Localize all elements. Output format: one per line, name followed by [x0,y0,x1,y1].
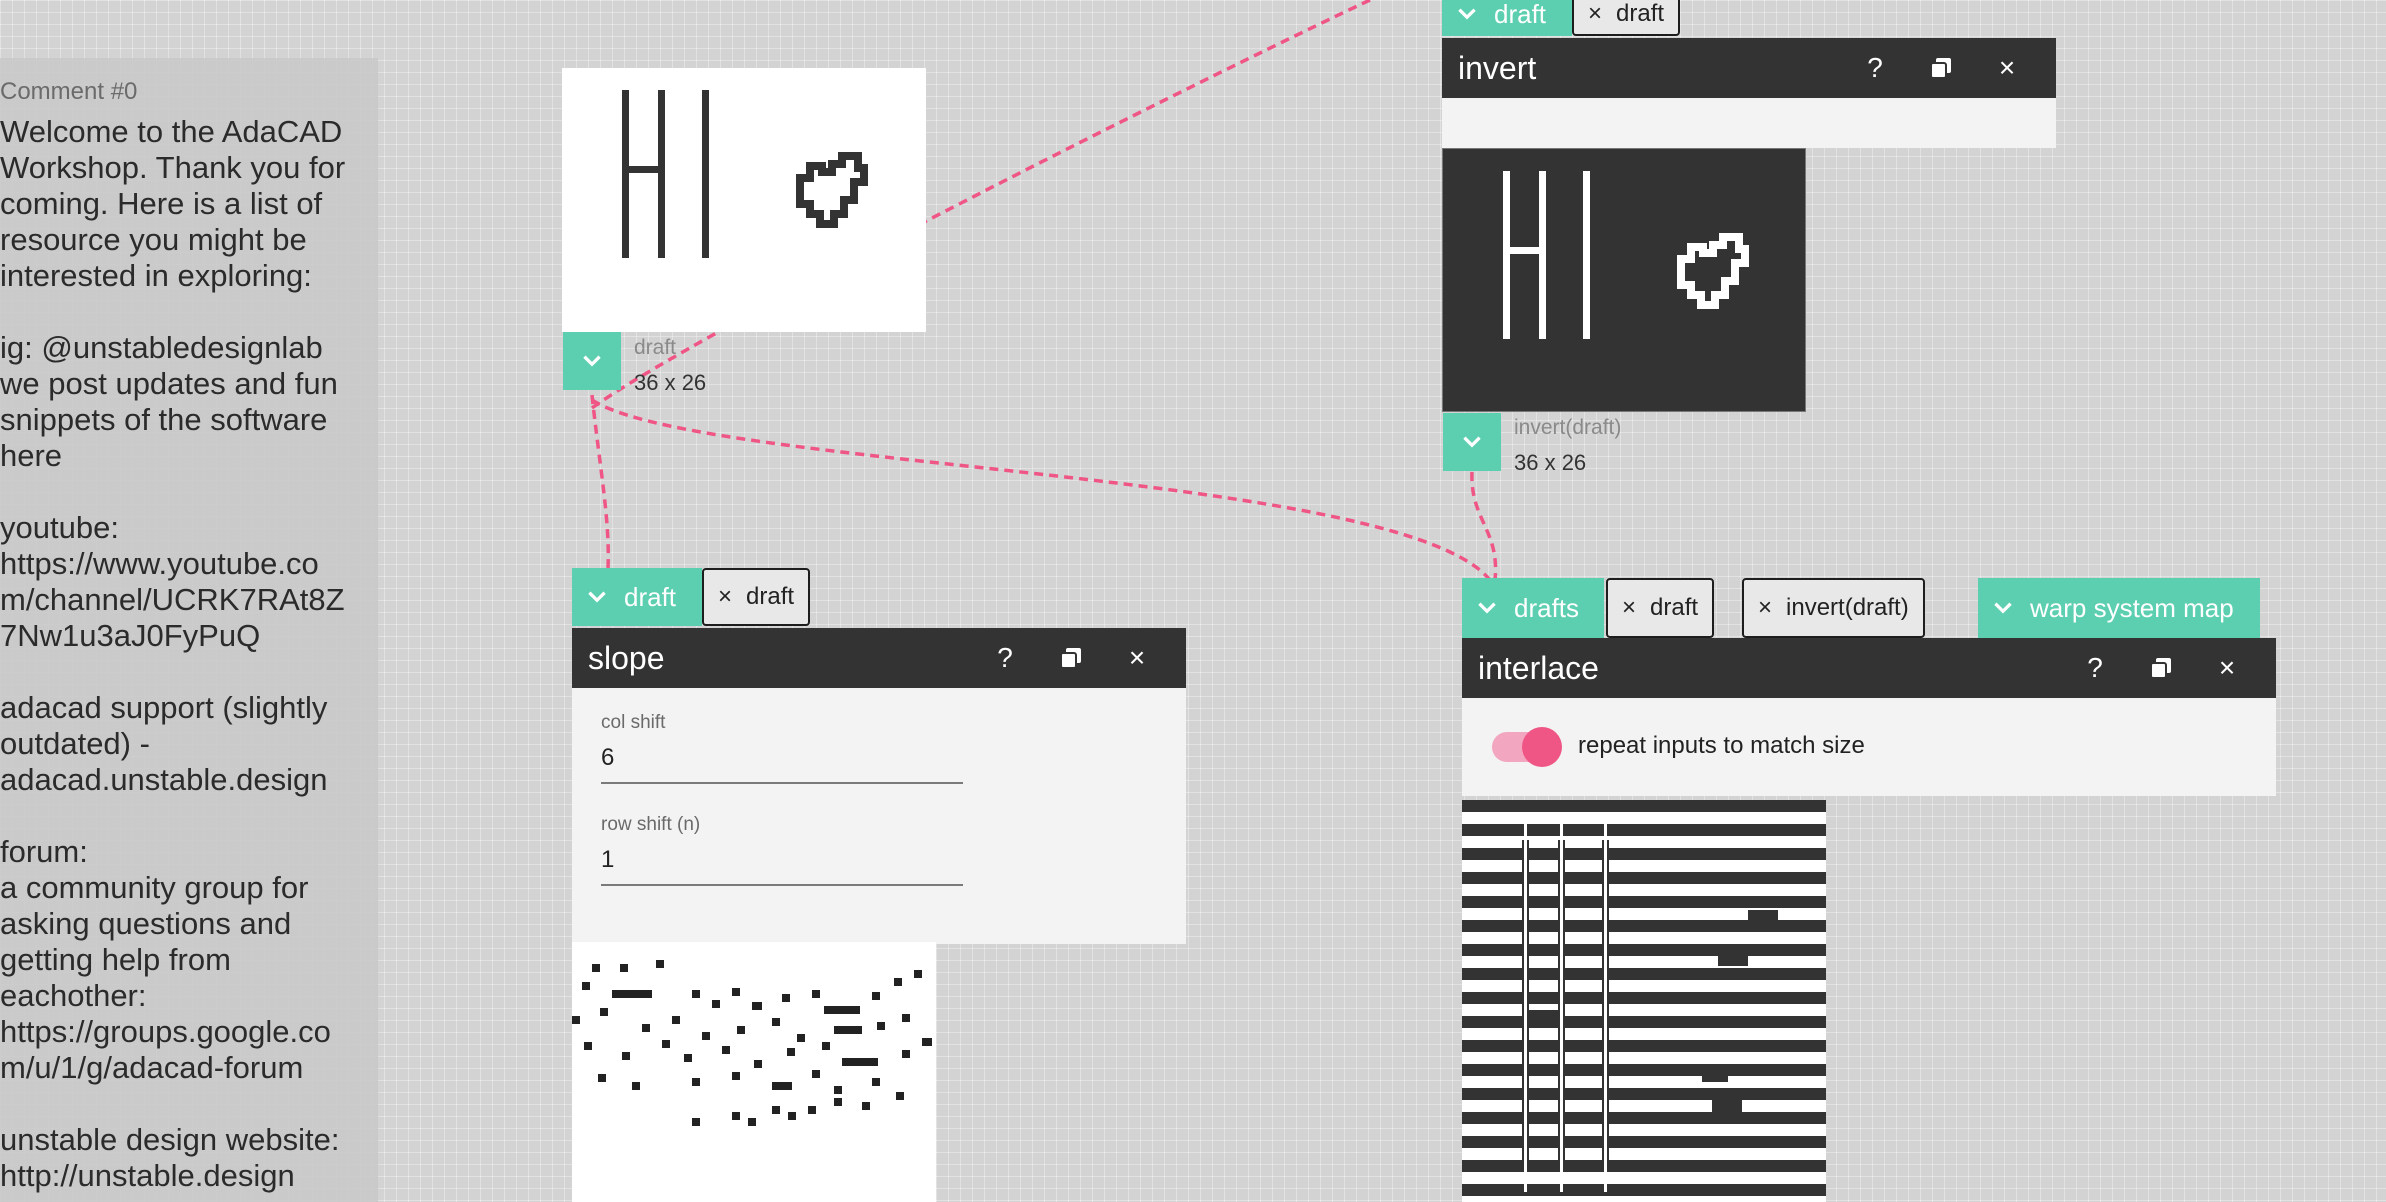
connection-invert-interlace [1470,471,1498,581]
row-shift-input[interactable]: 1 [601,846,963,886]
comment-panel[interactable]: Comment #0 Welcome to the AdaCAD Worksho… [0,58,378,1202]
chevron-down-icon [588,591,606,603]
duplicate-icon[interactable] [1924,51,1958,85]
interlace-input-button[interactable]: drafts [1462,578,1604,638]
repeat-inputs-toggle[interactable] [1492,727,1562,767]
toggle-thumb [1522,727,1562,767]
close-icon[interactable]: × [1120,641,1154,675]
invert-params [1442,98,2056,148]
draft-name: draft [634,336,677,359]
chevron-down-icon [1994,602,2012,614]
row-shift-label: row shift (n) [601,814,701,835]
slope-chip-label: draft [746,583,795,610]
slope-preview[interactable] [572,942,936,1202]
invert-input-button[interactable]: draft [1442,0,1572,36]
remove-icon[interactable]: × [1622,594,1636,622]
close-icon[interactable]: × [2210,651,2244,685]
chevron-down-icon [1458,8,1476,20]
interlace-chip-draft-label: draft [1650,594,1699,621]
remove-icon[interactable]: × [1758,594,1772,622]
interlace-titlebar[interactable]: interlace ? × [1462,638,2276,698]
connection-draft-interlace [591,398,1492,582]
invert-image [1503,171,1749,339]
remove-icon[interactable]: × [1588,0,1602,28]
warp-system-map-label: warp system map [2030,592,2234,623]
invert-output-toggle[interactable] [1443,413,1501,471]
draft-image [622,90,868,258]
invert-input-label: draft [1494,0,1547,29]
draft-preview[interactable] [562,68,926,332]
duplicate-icon[interactable] [2144,651,2178,685]
invert-output-name: invert(draft) [1514,416,1622,439]
interlace-title: interlace [1478,649,1599,686]
chevron-down-icon [1478,602,1496,614]
slope-image [572,960,932,1126]
interlace-preview[interactable] [1462,800,1826,1202]
repeat-inputs-label: repeat inputs to match size [1578,732,1865,759]
draft-toggle-button[interactable] [563,332,621,390]
comment-title: Comment #0 [0,78,138,105]
interlace-chip-invert[interactable]: × invert(draft) [1742,578,1925,638]
invert-chip-label: draft [1616,0,1665,27]
close-icon[interactable]: × [1990,51,2024,85]
remove-icon[interactable]: × [718,583,732,611]
interlace-params: repeat inputs to match size [1462,698,2276,796]
draft-size: 36 x 26 [634,370,707,395]
invert-output-size: 36 x 26 [1514,450,1587,475]
comment-body[interactable]: Welcome to the AdaCAD Workshop. Thank yo… [0,114,378,1194]
invert-preview[interactable] [1442,148,1806,412]
help-icon[interactable]: ? [1858,51,1892,85]
chevron-down-icon [583,355,601,367]
invert-titlebar[interactable]: invert ? × [1442,38,2056,98]
interlace-chip-invert-label: invert(draft) [1786,594,1909,621]
help-icon[interactable]: ? [988,641,1022,675]
slope-titlebar[interactable]: slope ? × [572,628,1186,688]
duplicate-icon[interactable] [1054,641,1088,675]
warp-system-map-button[interactable]: warp system map [1978,578,2260,638]
chevron-down-icon [1463,436,1481,448]
slope-input-chip[interactable]: × draft [702,568,811,626]
slope-params: col shift 6 row shift (n) 1 [572,688,1186,944]
slope-title: slope [588,639,665,676]
help-icon[interactable]: ? [2078,651,2112,685]
slope-input-button[interactable]: draft [572,568,702,626]
interlace-input-label: drafts [1514,592,1580,623]
col-shift-label: col shift [601,712,666,733]
connection-draft-slope [590,394,610,569]
interlace-chip-draft[interactable]: × draft [1606,578,1715,638]
col-shift-input[interactable]: 6 [601,744,963,784]
slope-input-label: draft [624,581,677,612]
invert-title: invert [1458,49,1537,86]
invert-input-chip[interactable]: × draft [1572,0,1681,36]
interlace-image [1462,800,1826,1202]
